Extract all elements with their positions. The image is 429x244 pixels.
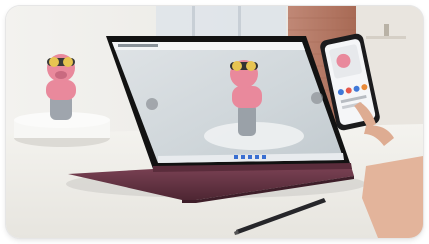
product-photo <box>6 6 423 238</box>
product-photo-card <box>6 6 423 238</box>
